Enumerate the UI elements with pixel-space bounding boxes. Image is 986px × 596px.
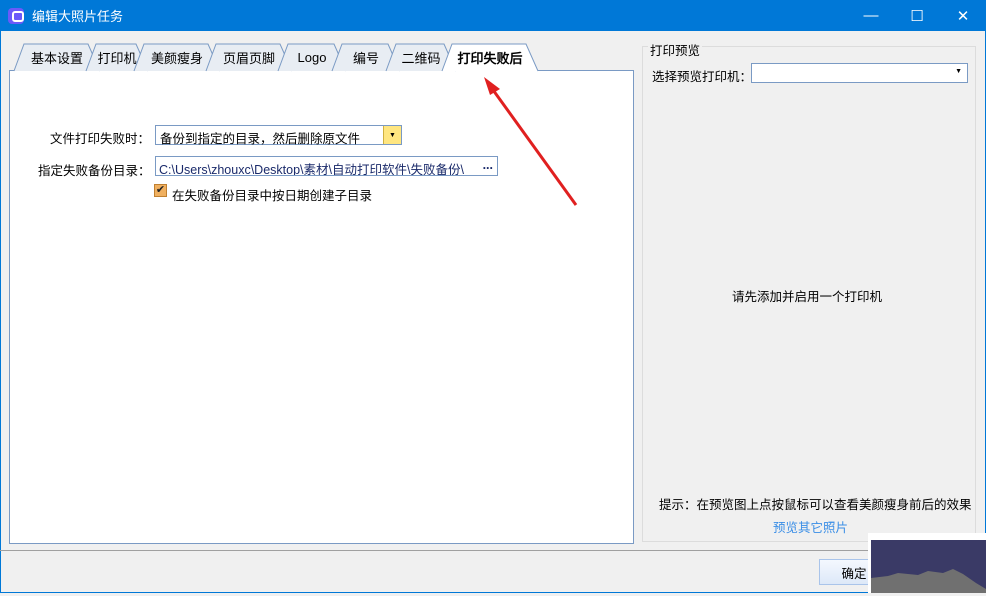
subdir-checkbox[interactable]: ✔ [154,184,167,197]
tab-label: 打印失败后 [457,50,523,66]
preview-printer-label: 选择预览打印机： [652,70,753,84]
preview-group-title: 打印预览 [648,40,703,59]
tab-label: 基本设置 [30,50,83,66]
on-fail-value: 备份到指定的目录，然后删除原文件 [160,132,361,146]
chevron-down-icon: ▼ [955,68,962,75]
annotation-arrow-icon [484,77,578,206]
tab-7[interactable]: 打印失败后 [441,43,539,72]
app-icon [8,7,24,24]
tab-label: 页眉页脚 [222,50,275,66]
window-title: 编辑大照片任务 [32,9,124,24]
chevron-down-icon[interactable]: ▼ [383,126,401,144]
ok-button-label: 确定 [841,566,867,581]
backup-dir-input[interactable]: C:\Users\zhouxc\Desktop\素材\自动打印软件\失败备份\ … [155,156,498,176]
on-fail-label: 文件打印失败时： [50,132,151,146]
tab-label: 编号 [352,50,379,66]
backup-dir-value: C:\Users\zhouxc\Desktop\素材\自动打印软件\失败备份\ [159,163,464,176]
preview-empty-message: 请先添加并启用一个打印机 [732,290,883,304]
maximize-button[interactable]: ☐ [894,0,940,31]
tab-label: 打印机 [97,50,137,66]
tab-label: Logo [297,49,327,65]
footer-divider [0,550,986,551]
tab-label: 美颜瘦身 [150,50,203,66]
overlay-thumbnail [868,533,986,593]
close-button[interactable]: ✕ [940,0,986,31]
tab-label: 二维码 [401,50,441,66]
subdir-checkbox-label[interactable]: 在失败备份目录中按日期创建子目录 [172,185,372,204]
other-photos-link[interactable]: 预览其它照片 [773,517,848,536]
preview-hint: 提示：在预览图上点按鼠标可以查看美颜瘦身前后的效果 [659,498,972,512]
preview-printer-select[interactable]: ▼ [751,63,968,83]
minimize-button[interactable]: — [848,0,894,31]
on-fail-select[interactable]: 备份到指定的目录，然后删除原文件 ▼ [155,125,402,146]
backup-dir-label: 指定失败备份目录： [38,164,151,178]
title-bar: 编辑大照片任务 — ☐ ✕ [0,0,986,31]
